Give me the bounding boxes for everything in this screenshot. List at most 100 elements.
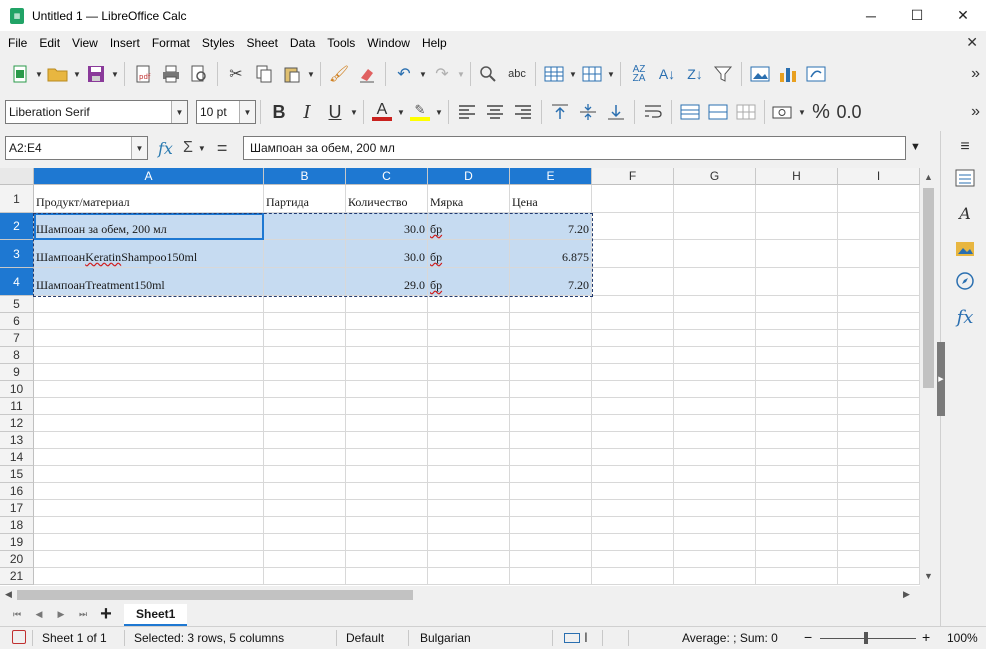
cell-d9[interactable] [428, 364, 510, 381]
cell-d6[interactable] [428, 313, 510, 330]
underline-button[interactable]: U [321, 98, 349, 126]
cell-d19[interactable] [428, 534, 510, 551]
cell-e9[interactable] [510, 364, 592, 381]
row-header-10[interactable]: 10 [0, 381, 34, 398]
horizontal-scrollbar[interactable]: ◀ ▶ [0, 586, 920, 603]
cell-d12[interactable] [428, 415, 510, 432]
cell-d15[interactable] [428, 466, 510, 483]
cell-g10[interactable] [674, 381, 756, 398]
cell-g11[interactable] [674, 398, 756, 415]
cell-f5[interactable] [592, 296, 674, 313]
cell-i3[interactable] [838, 240, 920, 268]
cell-a17[interactable] [34, 500, 264, 517]
cell-e19[interactable] [510, 534, 592, 551]
cell-b3[interactable] [264, 240, 346, 268]
menu-tools[interactable]: Tools [321, 36, 361, 50]
cell-h1[interactable] [756, 185, 838, 213]
cell-g3[interactable] [674, 240, 756, 268]
cell-e7[interactable] [510, 330, 592, 347]
vertical-scroll-thumb[interactable] [923, 188, 934, 388]
row-header-12[interactable]: 12 [0, 415, 34, 432]
cell-h5[interactable] [756, 296, 838, 313]
cell-d16[interactable] [428, 483, 510, 500]
column-header-e[interactable]: E [510, 168, 592, 185]
cell-e17[interactable] [510, 500, 592, 517]
cell-b1[interactable]: Партида [264, 185, 346, 213]
cell-b18[interactable] [264, 517, 346, 534]
scroll-up-icon[interactable]: ▲ [924, 172, 933, 182]
undo-icon[interactable]: ↶ [390, 60, 418, 88]
copy-icon[interactable] [250, 60, 278, 88]
open-dropdown-icon[interactable]: ▼ [72, 70, 82, 79]
cell-i10[interactable] [838, 381, 920, 398]
row-header-17[interactable]: 17 [0, 500, 34, 517]
cell-e12[interactable] [510, 415, 592, 432]
cell-c14[interactable] [346, 449, 428, 466]
chevron-down-icon[interactable]: ▼ [239, 101, 255, 123]
cell-d13[interactable] [428, 432, 510, 449]
cell-f14[interactable] [592, 449, 674, 466]
cell-d7[interactable] [428, 330, 510, 347]
cell-i18[interactable] [838, 517, 920, 534]
cell-h2[interactable] [756, 213, 838, 240]
formula-equals-icon[interactable]: = [217, 138, 228, 159]
cell-f3[interactable] [592, 240, 674, 268]
previous-sheet-icon[interactable]: ◀ [28, 609, 50, 620]
cell-h3[interactable] [756, 240, 838, 268]
cell-g13[interactable] [674, 432, 756, 449]
cell-f7[interactable] [592, 330, 674, 347]
column-header-i[interactable]: I [838, 168, 920, 185]
cell-d11[interactable] [428, 398, 510, 415]
cell-a5[interactable] [34, 296, 264, 313]
cell-a21[interactable] [34, 568, 264, 585]
cell-i5[interactable] [838, 296, 920, 313]
cell-c20[interactable] [346, 551, 428, 568]
cell-c17[interactable] [346, 500, 428, 517]
cell-g9[interactable] [674, 364, 756, 381]
cell-h18[interactable] [756, 517, 838, 534]
cell-a9[interactable] [34, 364, 264, 381]
menu-data[interactable]: Data [284, 36, 321, 50]
cell-h8[interactable] [756, 347, 838, 364]
cell-f16[interactable] [592, 483, 674, 500]
underline-dropdown-icon[interactable]: ▼ [349, 108, 359, 117]
sidebar-collapse-handle[interactable]: ▶ [937, 342, 945, 416]
cell-a6[interactable] [34, 313, 264, 330]
cell-c1[interactable]: Количество [346, 185, 428, 213]
menu-help[interactable]: Help [416, 36, 453, 50]
cell-c6[interactable] [346, 313, 428, 330]
row-header-20[interactable]: 20 [0, 551, 34, 568]
cell-h7[interactable] [756, 330, 838, 347]
print-preview-icon[interactable] [185, 60, 213, 88]
font-color-button[interactable]: A [368, 98, 396, 126]
cell-e4[interactable]: 7.20 [510, 268, 592, 296]
menu-file[interactable]: File [0, 36, 33, 50]
next-sheet-icon[interactable]: ▶ [50, 609, 72, 620]
cell-i17[interactable] [838, 500, 920, 517]
redo-dropdown-icon[interactable]: ▼ [456, 70, 466, 79]
cell-e18[interactable] [510, 517, 592, 534]
cell-f4[interactable] [592, 268, 674, 296]
font-name-combo[interactable]: Liberation Serif ▼ [5, 100, 188, 124]
cell-f9[interactable] [592, 364, 674, 381]
cell-i9[interactable] [838, 364, 920, 381]
cell-a15[interactable] [34, 466, 264, 483]
cell-c4[interactable]: 29.0 [346, 268, 428, 296]
cell-b8[interactable] [264, 347, 346, 364]
cell-e21[interactable] [510, 568, 592, 585]
italic-button[interactable]: I [293, 98, 321, 126]
cell-i15[interactable] [838, 466, 920, 483]
cell-f12[interactable] [592, 415, 674, 432]
cell-i20[interactable] [838, 551, 920, 568]
menu-view[interactable]: View [66, 36, 104, 50]
cell-i6[interactable] [838, 313, 920, 330]
print-icon[interactable] [157, 60, 185, 88]
row-dropdown-icon[interactable]: ▼ [568, 70, 578, 79]
cell-a13[interactable] [34, 432, 264, 449]
cell-d3[interactable]: бр [428, 240, 510, 268]
column-header-c[interactable]: C [346, 168, 428, 185]
cell-f18[interactable] [592, 517, 674, 534]
horizontal-scroll-thumb[interactable] [17, 590, 413, 600]
highlight-color-button[interactable]: ✎ [406, 98, 434, 126]
column-header-a[interactable]: A [34, 168, 264, 185]
